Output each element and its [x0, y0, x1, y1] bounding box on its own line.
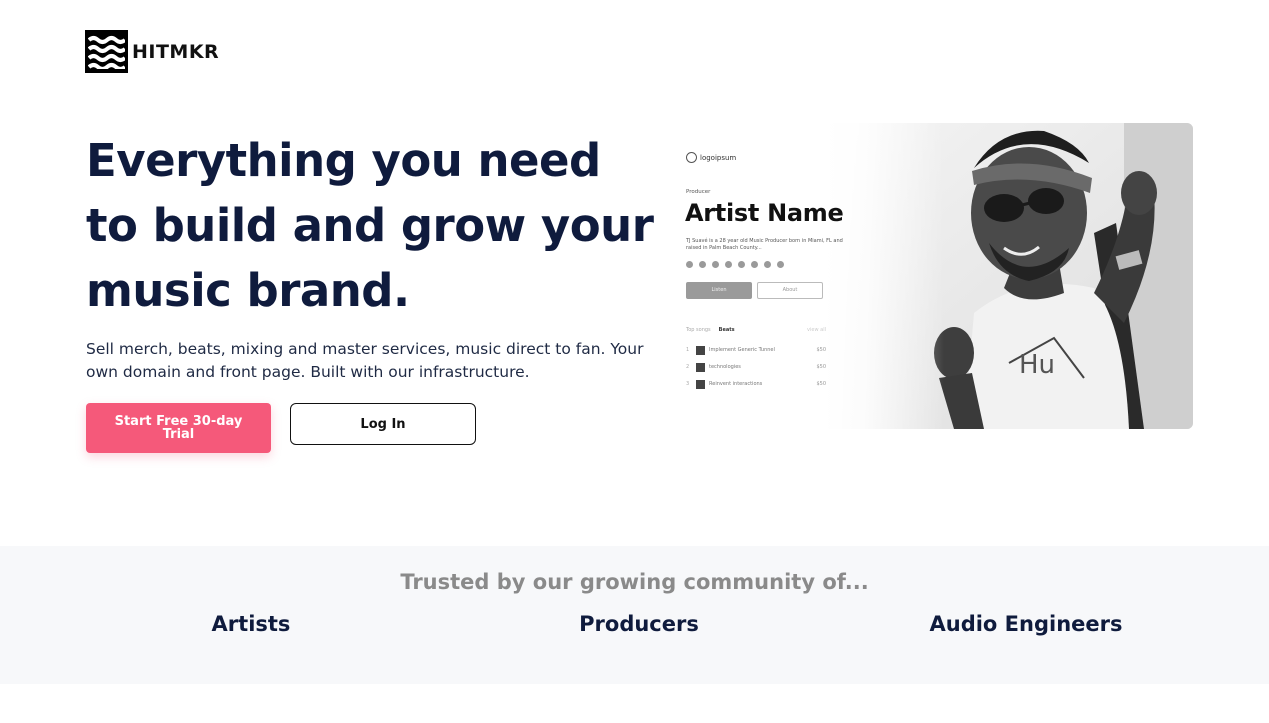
audience-audio-engineers: Audio Engineers [929, 612, 1123, 636]
preview-tab-top-songs: Top songs [686, 327, 711, 333]
preview-about-button: About [757, 282, 823, 299]
preview-track-row: 3 Reinvent interactions $50 [686, 379, 826, 389]
preview-role: Producer [686, 189, 711, 195]
trusted-heading: Trusted by our growing community of... [400, 570, 869, 594]
spotify-icon [686, 261, 693, 268]
svg-text:Hu: Hu [1019, 350, 1055, 380]
preview-view-all: view all [807, 327, 826, 333]
soundcloud-icon [764, 261, 771, 268]
hero-subtitle: Sell merch, beats, mixing and master ser… [86, 340, 644, 381]
artist-page-preview: Hu logoipsum Producer Artist Name TJ Sua… [674, 123, 1193, 429]
preview-track-row: 1 Implement Generic Tunnel $50 [686, 345, 826, 355]
preview-social-icons [686, 261, 784, 268]
facebook-icon [738, 261, 745, 268]
audience-artists: Artists [211, 612, 291, 636]
logo-wordmark: HITMKR [132, 40, 220, 63]
start-trial-button[interactable]: Start Free 30-day Trial [86, 403, 271, 453]
audience-producers: Producers [579, 612, 699, 636]
twitter-icon [712, 261, 719, 268]
preview-artist-name: Artist Name [685, 199, 844, 227]
preview-listen-button: Listen [686, 282, 752, 299]
link-icon [777, 261, 784, 268]
login-button[interactable]: Log In [290, 403, 476, 445]
preview-tabs: Top songs Beats view all [686, 327, 826, 333]
preview-tab-beats: Beats [718, 327, 735, 333]
instagram-icon [725, 261, 732, 268]
site-logo[interactable]: HITMKR [85, 30, 219, 73]
track-thumbnail [696, 362, 705, 372]
track-thumbnail [696, 379, 705, 389]
track-thumbnail [696, 345, 705, 355]
preview-bio: TJ Suavé is a 28 year old Music Producer… [686, 238, 843, 251]
trusted-section: Trusted by our growing community of... A… [0, 546, 1269, 684]
hero-title: Everything you need to build and grow yo… [86, 134, 654, 317]
preview-track-row: 2 technologies $50 [686, 362, 826, 372]
apple-icon [751, 261, 758, 268]
preview-logo: logoipsum [686, 152, 736, 163]
youtube-icon [699, 261, 706, 268]
waves-logo-icon [85, 30, 128, 73]
logo-circle-icon [686, 152, 697, 163]
preview-logo-text: logoipsum [700, 153, 737, 162]
